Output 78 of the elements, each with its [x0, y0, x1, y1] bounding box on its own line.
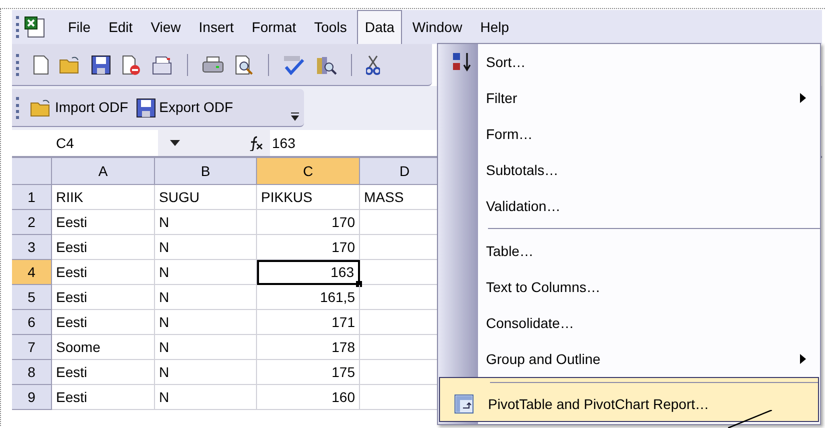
row-header[interactable]: 3 [12, 235, 52, 260]
folder-icon[interactable] [30, 98, 52, 116]
menu-option[interactable]: Form… [438, 116, 820, 152]
table-cell: N [155, 210, 257, 235]
leader-line [728, 410, 772, 428]
table-cell: Eesti [52, 285, 155, 310]
table-cell: N [155, 310, 257, 335]
name-box[interactable]: C4 [12, 130, 158, 156]
menu-item[interactable]: Edit [100, 10, 142, 44]
row-header[interactable]: 2 [12, 210, 52, 235]
fill-handle[interactable] [356, 281, 362, 287]
spell-check-icon[interactable] [283, 54, 305, 74]
table-cell: N [155, 335, 257, 360]
function-icon[interactable] [248, 135, 264, 151]
table-cell: N [155, 260, 257, 285]
column-header[interactable]: B [155, 158, 257, 185]
menu-option[interactable]: Consolidate… [438, 305, 820, 341]
table-cell: N [155, 285, 257, 310]
table-cell: 163 [257, 260, 360, 285]
row-header[interactable]: 7 [12, 335, 52, 360]
row-header[interactable]: 6 [12, 310, 52, 335]
toolbar-button[interactable]: Export ODF [135, 92, 234, 122]
table-cell: PIKKUS [257, 185, 360, 210]
menu-item[interactable]: Data [356, 10, 402, 44]
toolbar-button[interactable]: Import ODF [29, 92, 130, 122]
table-cell: 175 [257, 360, 360, 385]
menu-item[interactable]: Window [403, 10, 472, 44]
sort-ascending-icon [451, 51, 473, 73]
toolbar-options-icon[interactable] [290, 110, 300, 120]
row-header[interactable]: 5 [12, 285, 52, 310]
table-cell: SUGU [155, 185, 257, 210]
row-header[interactable]: 8 [12, 360, 52, 385]
menu-item[interactable]: Format [242, 10, 306, 44]
table-cell: RIIK [52, 185, 155, 210]
table-cell: Soome [52, 335, 155, 360]
menu-item[interactable]: Help [471, 10, 518, 44]
new-document-icon[interactable] [33, 54, 49, 74]
row-header[interactable]: 1 [12, 185, 52, 210]
spreadsheet-app-icon[interactable] [23, 16, 47, 38]
table-cell: 178 [257, 335, 360, 360]
books-magnifier-icon[interactable] [315, 54, 337, 74]
document-stop-icon[interactable] [121, 54, 141, 74]
table-cell: Eesti [52, 385, 155, 410]
menu-option[interactable]: Group and Outline [438, 341, 820, 377]
mail-document-icon[interactable] [151, 54, 173, 74]
pivot-table-icon [454, 394, 474, 414]
table-cell: 170 [257, 210, 360, 235]
menu-item[interactable]: File [59, 10, 100, 44]
menu-option[interactable]: Text to Columns… [438, 269, 820, 305]
menu-item[interactable]: Insert [190, 10, 243, 44]
table-cell: Eesti [52, 210, 155, 235]
menu-item[interactable]: View [142, 10, 190, 44]
table-cell: N [155, 235, 257, 260]
table-cell: Eesti [52, 235, 155, 260]
column-header[interactable]: A [52, 158, 155, 185]
table-cell: Eesti [52, 310, 155, 335]
row-header[interactable]: 4 [12, 260, 52, 285]
menu-item[interactable]: Tools [305, 10, 356, 44]
menu-option[interactable]: Filter [438, 80, 820, 116]
table-cell: 171 [257, 310, 360, 335]
table-cell: N [155, 360, 257, 385]
menu-option[interactable]: PivotTable and PivotChart Report… [439, 377, 819, 422]
row-header[interactable]: 9 [12, 385, 52, 410]
submenu-arrow-icon [800, 354, 806, 364]
menu-option[interactable]: Sort… [438, 44, 820, 80]
submenu-arrow-icon [800, 93, 806, 103]
dropdown-arrow-icon[interactable] [170, 140, 180, 146]
folder-icon[interactable] [59, 56, 81, 74]
magnifier-document-icon[interactable] [234, 54, 254, 74]
table-cell: Eesti [52, 260, 155, 285]
table-cell: 160 [257, 385, 360, 410]
scissors-icon[interactable] [366, 54, 380, 74]
column-header[interactable]: C [257, 158, 360, 185]
table-cell: N [155, 385, 257, 410]
table-cell: 170 [257, 235, 360, 260]
table-cell: Eesti [52, 360, 155, 385]
table-cell: 161,5 [257, 285, 360, 310]
printer-icon[interactable] [202, 56, 224, 74]
